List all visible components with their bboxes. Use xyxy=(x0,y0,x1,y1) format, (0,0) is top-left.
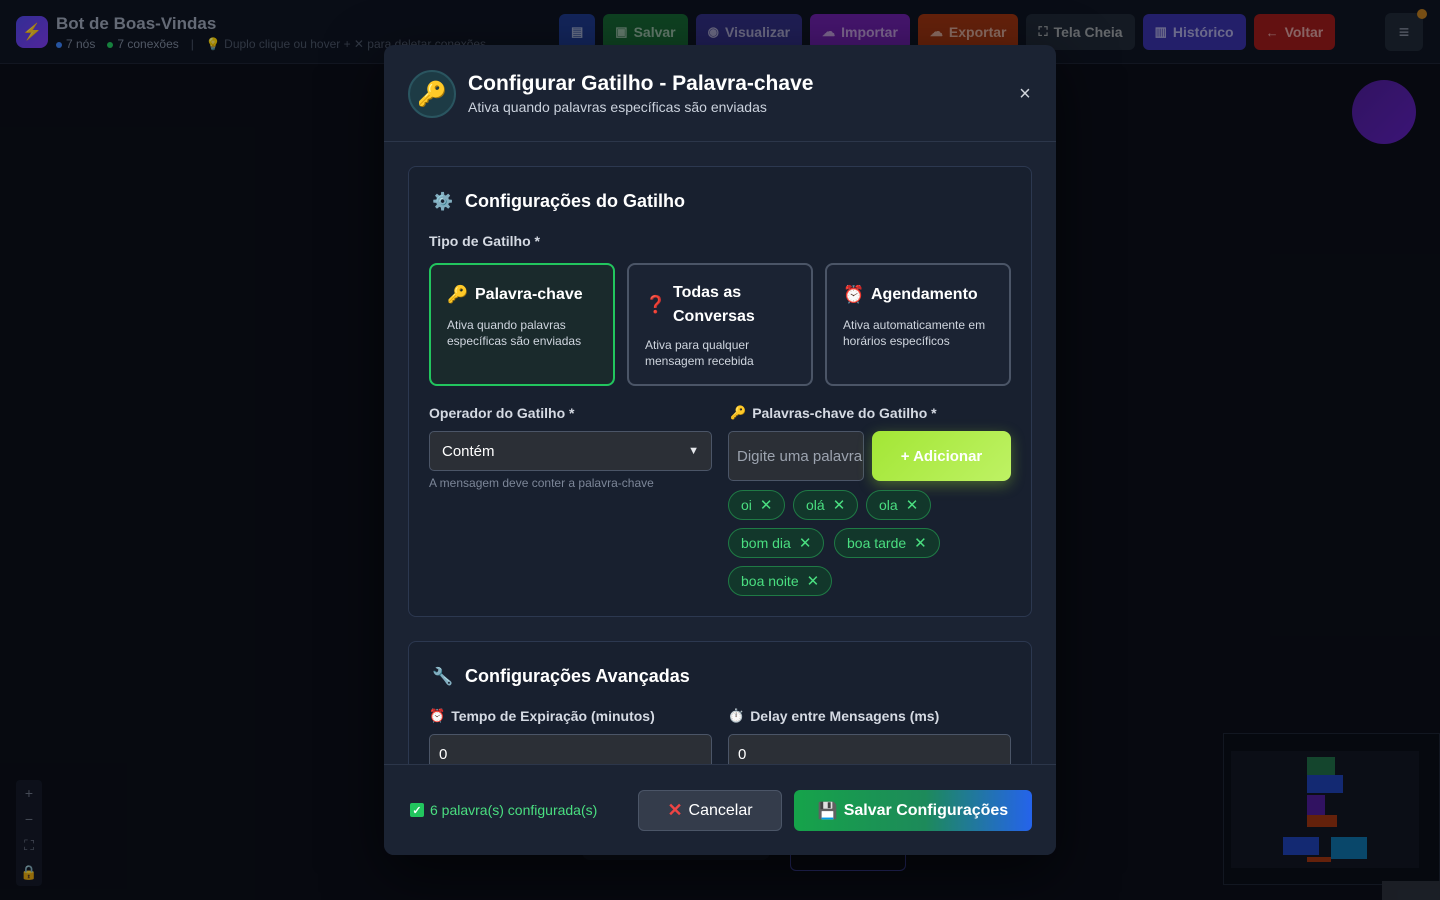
alarm-clock-icon: ⏰ xyxy=(843,285,865,304)
keyword-chip: oi ✕ xyxy=(728,490,786,520)
trigger-type-title-text: Agendamento xyxy=(871,286,978,303)
keyword-chip: ola ✕ xyxy=(866,490,932,520)
save-settings-label: Salvar Configurações xyxy=(843,801,1009,819)
keywords-label-text: Palavras-chave do Gatilho * xyxy=(752,405,937,421)
operator-select[interactable]: Contém ▼ xyxy=(429,431,712,471)
expiration-label-text: Tempo de Expiração (minutos) xyxy=(451,708,655,724)
trigger-settings-title: ⚙️ Configurações do Gatilho xyxy=(431,191,685,212)
trigger-type-label: Tipo de Gatilho * xyxy=(429,233,540,249)
key-icon: 🔑 xyxy=(730,405,747,420)
remove-keyword-icon[interactable]: ✕ xyxy=(760,496,773,514)
delay-input[interactable]: 0 xyxy=(728,734,1011,764)
operator-select-value: Contém xyxy=(442,442,495,460)
trigger-type-title: ⏰ Agendamento xyxy=(843,283,978,307)
trigger-type-all-conversations[interactable]: ❓ Todas as Conversas Ativa para qualquer … xyxy=(627,263,813,386)
modal-subtitle: Ativa quando palavras específicas são en… xyxy=(468,99,767,115)
trigger-type-title: ❓ Todas as Conversas xyxy=(645,281,795,329)
cross-icon: ✕ xyxy=(667,800,683,820)
delay-label: ⏱️ Delay entre Mensagens (ms) xyxy=(728,708,939,724)
floppy-disk-icon: 💾 xyxy=(817,802,838,820)
save-settings-button[interactable]: 💾 Salvar Configurações xyxy=(794,790,1032,831)
keyword-chip: boa tarde ✕ xyxy=(834,528,940,558)
close-icon[interactable]: × xyxy=(1012,81,1038,107)
keyword-input[interactable]: Digite uma palavra xyxy=(728,431,864,481)
chevron-down-icon: ▼ xyxy=(688,445,699,457)
keyword-chip-text: ola xyxy=(879,497,898,513)
modal-header: 🔑 Configurar Gatilho - Palavra-chave Ati… xyxy=(384,45,1056,142)
cancel-label: Cancelar xyxy=(688,801,753,819)
cancel-button[interactable]: ✕ Cancelar xyxy=(638,790,782,831)
expiration-input[interactable]: 0 xyxy=(429,734,712,764)
remove-keyword-icon[interactable]: ✕ xyxy=(914,534,927,552)
gear-icon: ⚙️ xyxy=(432,191,454,211)
keyword-chip-text: oi xyxy=(741,497,752,513)
modal-body[interactable]: ⚙️ Configurações do Gatilho Tipo de Gati… xyxy=(384,143,1056,764)
keyword-count-text: 6 palavra(s) configurada(s) xyxy=(430,802,598,818)
trigger-type-title: 🔑 Palavra-chave xyxy=(447,283,583,307)
add-keyword-button[interactable]: + Adicionar xyxy=(872,431,1011,481)
modal-footer: ✓ 6 palavra(s) configurada(s) ✕ Cancelar… xyxy=(384,764,1056,855)
trigger-config-modal: 🔑 Configurar Gatilho - Palavra-chave Ati… xyxy=(384,45,1056,855)
keyword-chip-text: bom dia xyxy=(741,535,791,551)
keyword-chip: bom dia ✕ xyxy=(728,528,825,558)
keyword-chip: boa noite ✕ xyxy=(728,566,833,596)
trigger-type-schedule[interactable]: ⏰ Agendamento Ativa automaticamente em ho… xyxy=(825,263,1011,386)
advanced-settings-card: 🔧 Configurações Avançadas ⏰ Tempo de Expi… xyxy=(408,641,1032,764)
expiration-label: ⏰ Tempo de Expiração (minutos) xyxy=(429,708,655,724)
operator-label: Operador do Gatilho * xyxy=(429,405,575,421)
trigger-type-desc: Ativa automaticamente em horários especí… xyxy=(843,318,986,348)
remove-keyword-icon[interactable]: ✕ xyxy=(833,496,846,514)
keywords-label: 🔑 Palavras-chave do Gatilho * xyxy=(730,405,937,421)
wrench-icon: 🔧 xyxy=(432,666,454,686)
delay-label-text: Delay entre Mensagens (ms) xyxy=(750,708,940,724)
alarm-clock-icon: ⏰ xyxy=(429,708,446,723)
remove-keyword-icon[interactable]: ✕ xyxy=(799,534,812,552)
advanced-settings-title: 🔧 Configurações Avançadas xyxy=(431,666,690,687)
trigger-type-title-text: Palavra-chave xyxy=(475,286,583,303)
keyword-chip-text: boa noite xyxy=(741,573,799,589)
keyword-chip-text: olá xyxy=(806,497,825,513)
trigger-type-title-text: Todas as Conversas xyxy=(673,284,755,325)
modal-title: Configurar Gatilho - Palavra-chave xyxy=(468,72,814,95)
diamond-question-icon: ❓ xyxy=(645,295,667,314)
operator-hint: A mensagem deve conter a palavra-chave xyxy=(429,476,654,490)
keyword-count-status: ✓ 6 palavra(s) configurada(s) xyxy=(410,802,597,818)
trigger-settings-card: ⚙️ Configurações do Gatilho Tipo de Gati… xyxy=(408,166,1032,617)
trigger-type-keyword[interactable]: 🔑 Palavra-chave Ativa quando palavras esp… xyxy=(429,263,615,386)
keyword-chip: olá ✕ xyxy=(793,490,859,520)
trigger-type-desc: Ativa para qualquer mensagem recebida xyxy=(645,338,754,368)
stopwatch-icon: ⏱️ xyxy=(728,708,745,723)
key-icon: 🔑 xyxy=(447,285,469,304)
remove-keyword-icon[interactable]: ✕ xyxy=(906,496,919,514)
check-icon: ✓ xyxy=(410,803,424,817)
advanced-settings-title-text: Configurações Avançadas xyxy=(465,666,690,686)
keyword-chip-text: boa tarde xyxy=(847,535,907,551)
remove-keyword-icon[interactable]: ✕ xyxy=(807,572,820,590)
trigger-settings-title-text: Configurações do Gatilho xyxy=(465,191,686,211)
key-icon: 🔑 xyxy=(408,70,456,118)
trigger-type-desc: Ativa quando palavras específicas são en… xyxy=(447,318,582,348)
